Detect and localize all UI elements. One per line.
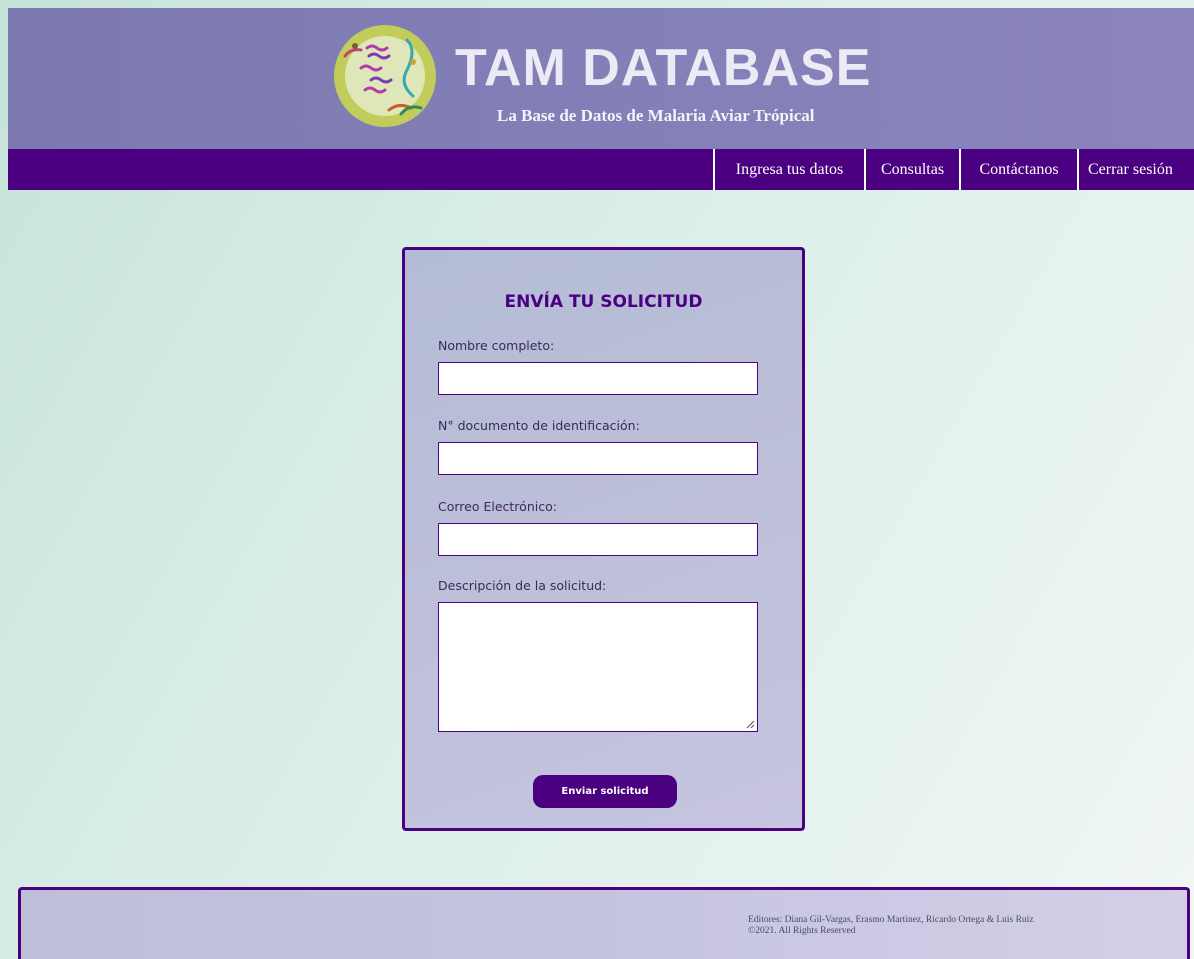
resize-grip-icon[interactable]: [745, 719, 755, 729]
site-title: TAM DATABASE: [455, 39, 872, 97]
site-footer: Editores: Diana Gil-Vargas, Erasmo Marti…: [18, 887, 1190, 959]
documento-input[interactable]: [438, 442, 758, 475]
footer-credits: Editores: Diana Gil-Vargas, Erasmo Marti…: [748, 915, 1034, 937]
nav-item-cerrar-sesion[interactable]: Cerrar sesión: [1077, 149, 1194, 190]
nav-item-consultas[interactable]: Consultas: [864, 149, 959, 190]
main-nav: Ingresa tus datos Consultas Contáctanos …: [8, 149, 1194, 190]
form-title: ENVÍA TU SOLICITUD: [504, 292, 703, 312]
site-header: TAM DATABASE La Base de Datos de Malaria…: [8, 8, 1194, 149]
nombre-label: Nombre completo:: [438, 338, 555, 353]
correo-input[interactable]: [438, 523, 758, 556]
logo-icon[interactable]: [331, 22, 439, 130]
site-subtitle: La Base de Datos de Malaria Aviar Trópic…: [497, 106, 815, 125]
descripcion-textarea[interactable]: [438, 602, 758, 732]
descripcion-label: Descripción de la solicitud:: [438, 578, 607, 593]
enviar-solicitud-button[interactable]: Enviar solicitud: [533, 775, 677, 808]
correo-label: Correo Electrónico:: [438, 499, 557, 514]
request-form-card: ENVÍA TU SOLICITUD Nombre completo: N° d…: [402, 247, 805, 831]
footer-copyright: ©2021. All Rights Reserved: [748, 926, 856, 936]
nav-item-ingresa-datos[interactable]: Ingresa tus datos: [713, 149, 864, 190]
documento-label: N° documento de identificación:: [438, 418, 640, 433]
nombre-input[interactable]: [438, 362, 758, 395]
footer-editors: Editores: Diana Gil-Vargas, Erasmo Marti…: [748, 915, 1034, 925]
nav-item-contactanos[interactable]: Contáctanos: [959, 149, 1077, 190]
